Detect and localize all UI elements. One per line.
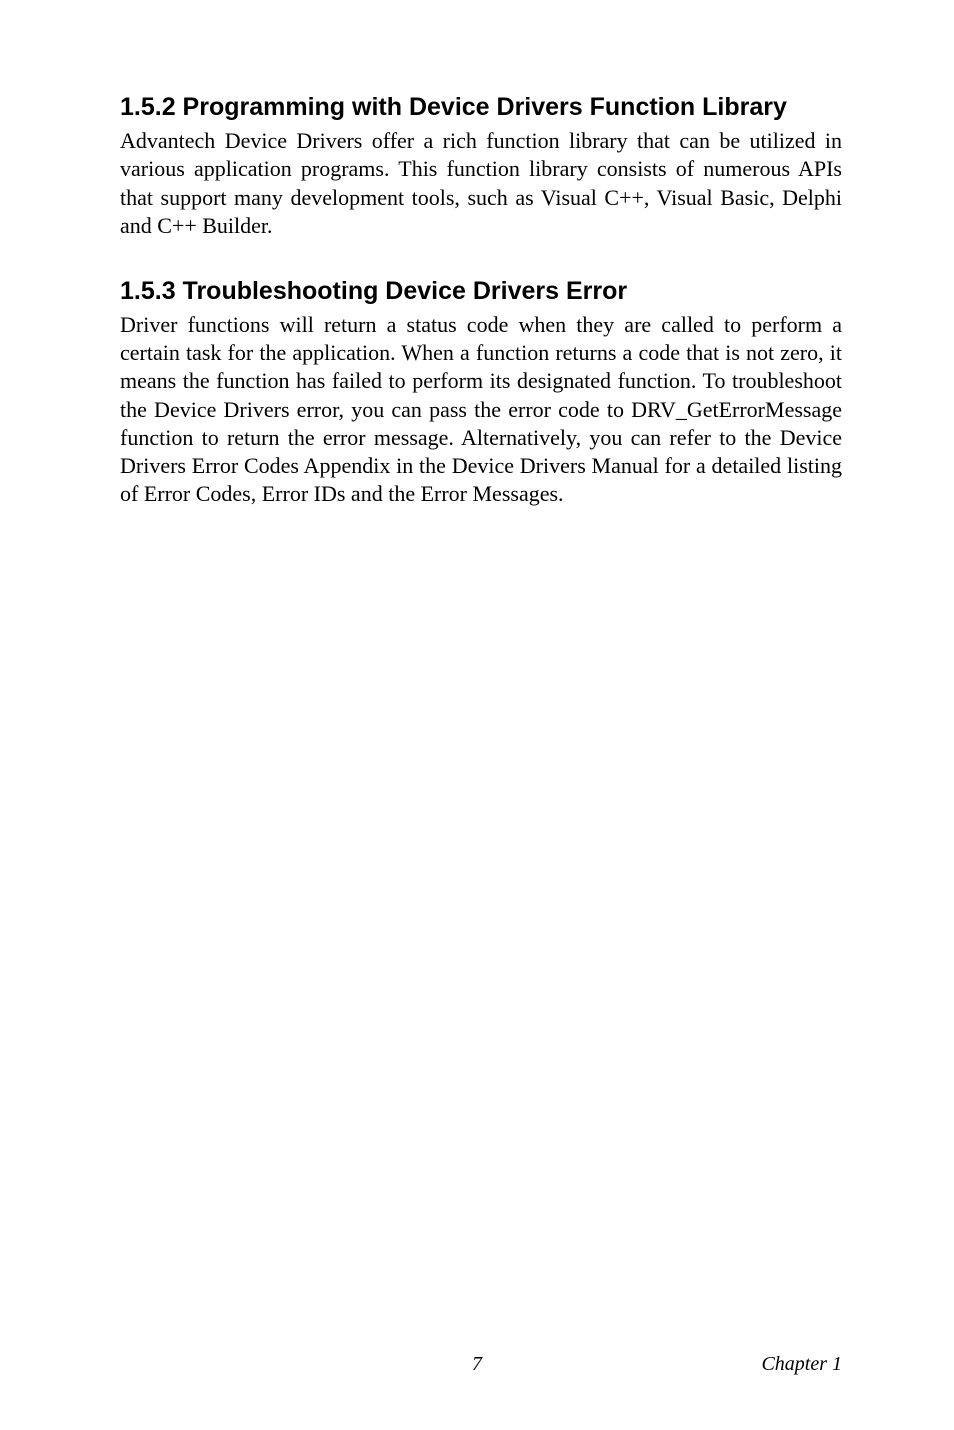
section-heading-1: 1.5.2 Programming with Device Drivers Fu… bbox=[120, 92, 842, 123]
page-footer: 7 Chapter 1 bbox=[0, 1353, 954, 1376]
section-body-2: Driver functions will return a status co… bbox=[120, 311, 842, 508]
section-body-1: Advantech Device Drivers offer a rich fu… bbox=[120, 127, 842, 240]
page-number: 7 bbox=[0, 1353, 954, 1376]
section-heading-2: 1.5.3 Troubleshooting Device Drivers Err… bbox=[120, 276, 842, 307]
